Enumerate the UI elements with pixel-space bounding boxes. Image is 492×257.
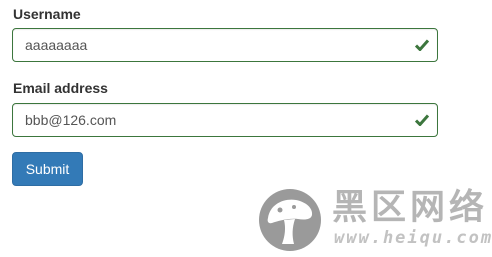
username-field-container: [12, 28, 438, 62]
submit-button[interactable]: Submit: [12, 152, 83, 186]
email-label: Email address: [13, 80, 108, 96]
mushroom-logo-icon: [259, 189, 321, 251]
check-icon: [415, 114, 429, 126]
username-input[interactable]: [13, 29, 437, 61]
email-field-container: [12, 103, 438, 137]
check-icon: [415, 39, 429, 51]
email-input[interactable]: [13, 104, 437, 136]
form-page: Username Email address Submit 黑区网络 www.h…: [0, 0, 492, 257]
watermark-url: www.heiqu.com: [334, 228, 492, 248]
username-label: Username: [13, 6, 81, 22]
watermark-site-name: 黑区网络: [332, 188, 489, 228]
watermark: 黑区网络 www.heiqu.com: [258, 188, 491, 254]
